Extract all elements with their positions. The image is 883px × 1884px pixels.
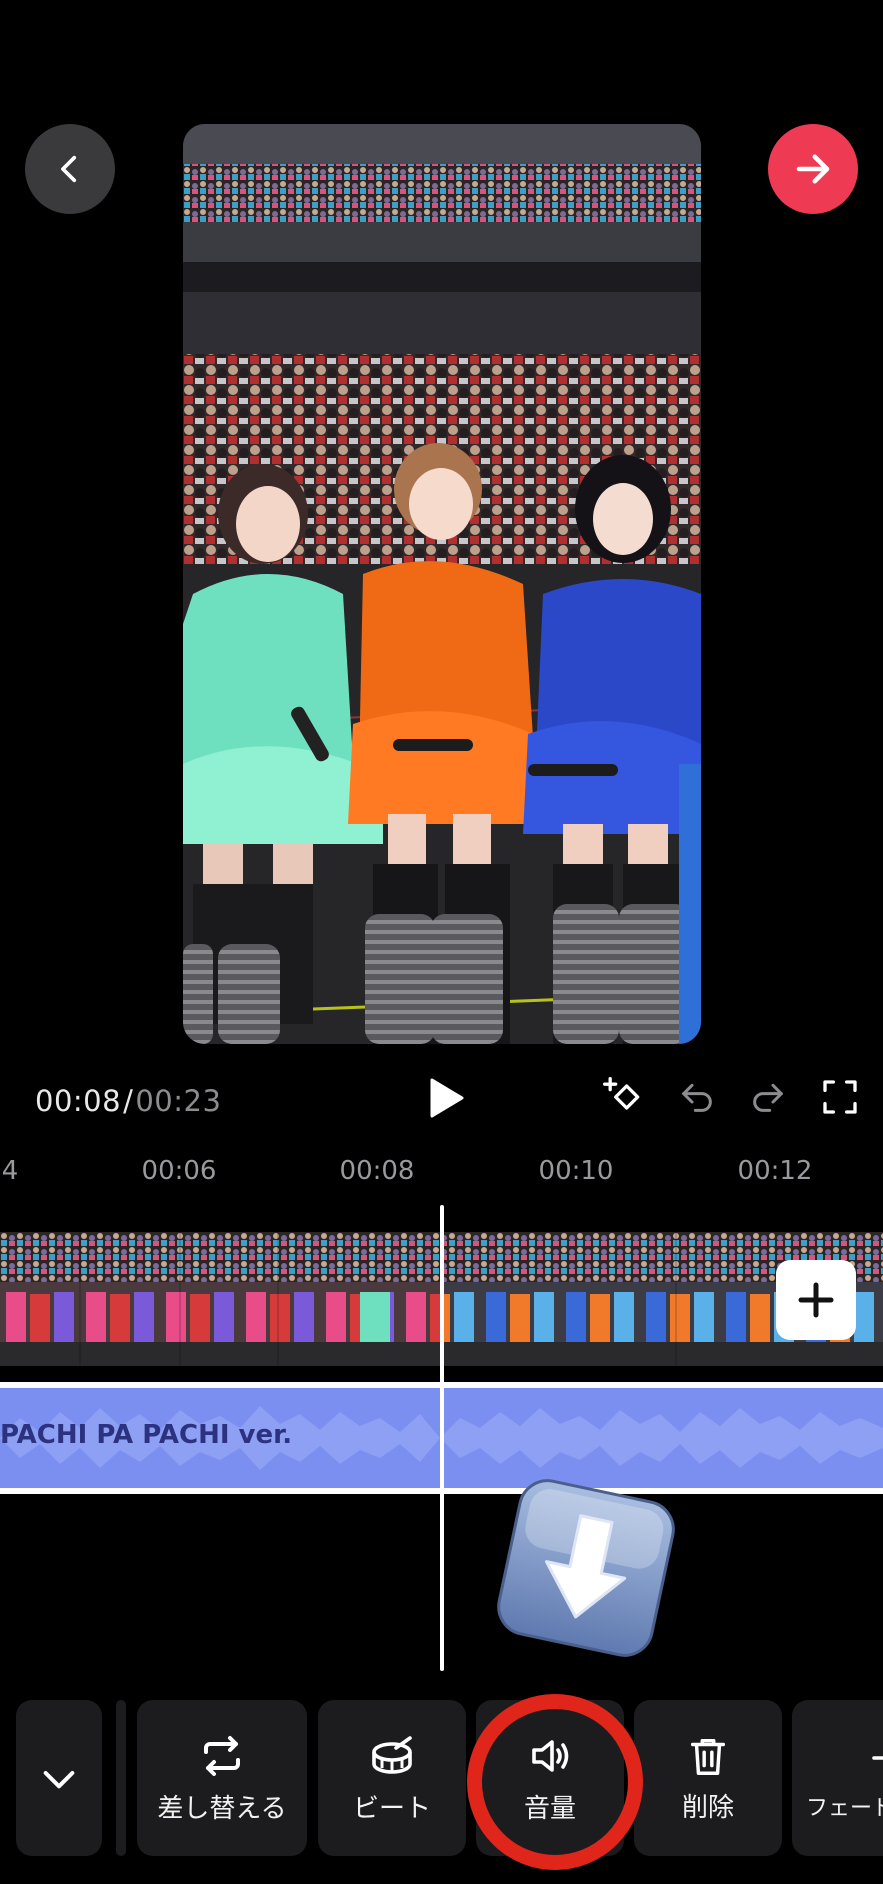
- beat-button[interactable]: ビート: [318, 1700, 466, 1856]
- undo-button[interactable]: [672, 1072, 722, 1122]
- ruler-tick: 4: [1, 1156, 19, 1186]
- toolbar-divider: [116, 1700, 126, 1856]
- down-arrow-emoji-icon: [496, 1478, 676, 1658]
- replace-label: 差し替える: [157, 1793, 287, 1824]
- fullscreen-icon: [823, 1080, 857, 1114]
- playhead[interactable]: [440, 1205, 444, 1671]
- audio-track-title: PACHI PA PACHI ver.: [0, 1420, 293, 1450]
- current-time: 00:08: [35, 1084, 122, 1118]
- highlight-ring: [467, 1694, 643, 1870]
- undo-icon: [682, 1083, 712, 1112]
- drum-icon: [372, 1735, 412, 1774]
- redo-button[interactable]: [743, 1072, 793, 1122]
- arrow-right-icon: [796, 154, 830, 184]
- fade-icon: [872, 1756, 883, 1760]
- total-time: 00:23: [135, 1084, 222, 1118]
- redo-icon: [753, 1083, 783, 1112]
- ruler-tick: 00:08: [339, 1156, 415, 1186]
- play-button[interactable]: [420, 1072, 472, 1124]
- play-icon: [430, 1078, 464, 1118]
- collapse-button[interactable]: [16, 1700, 102, 1856]
- chevron-down-icon: [43, 1771, 75, 1789]
- add-clip-button[interactable]: [776, 1260, 856, 1340]
- delete-label: 削除: [681, 1792, 734, 1823]
- add-keyframe-button[interactable]: [598, 1072, 648, 1122]
- chevron-left-icon: [61, 155, 77, 183]
- trash-icon: [690, 1738, 726, 1775]
- replace-icon: [204, 1735, 240, 1776]
- keyframe-plus-icon: [603, 1077, 640, 1110]
- time-display: 00:08/00:23: [35, 1084, 221, 1118]
- ruler-tick: 00:12: [737, 1156, 813, 1186]
- ruler-tick: 00:06: [141, 1156, 217, 1186]
- time-separator: /: [123, 1084, 134, 1118]
- next-button[interactable]: [768, 124, 858, 214]
- beat-label: ビート: [352, 1793, 431, 1824]
- plus-icon: [798, 1282, 834, 1318]
- video-preview[interactable]: [183, 124, 701, 1044]
- ruler-tick: 00:10: [538, 1156, 614, 1186]
- concert-image: [183, 124, 701, 1044]
- back-button[interactable]: [25, 124, 115, 214]
- fade-button[interactable]: フェード: [792, 1700, 883, 1856]
- delete-button[interactable]: 削除: [634, 1700, 782, 1856]
- fullscreen-button[interactable]: [815, 1072, 865, 1122]
- replace-button[interactable]: 差し替える: [137, 1700, 307, 1856]
- fade-label: フェード: [806, 1796, 883, 1821]
